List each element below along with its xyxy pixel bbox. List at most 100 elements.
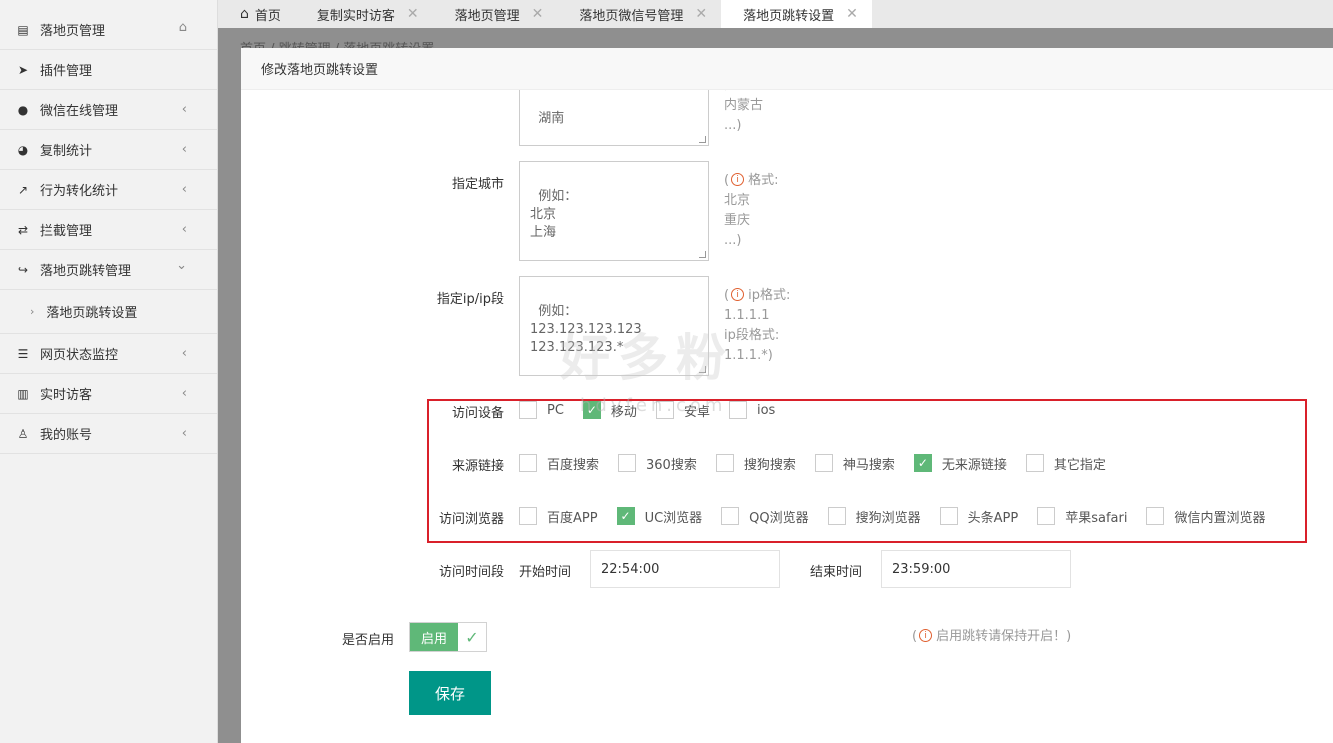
browser-option-sogou[interactable]: 搜狗浏览器 bbox=[827, 507, 921, 526]
tab-home[interactable]: ⌂ 首页 bbox=[218, 0, 295, 28]
device-options: PC ✓ 移动 安卓 ios bbox=[519, 400, 794, 420]
referrer-option-360[interactable]: 360搜索 bbox=[618, 454, 697, 473]
device-option-ios[interactable]: ios bbox=[728, 401, 775, 419]
enable-switch[interactable]: 启用 ✓ bbox=[409, 622, 487, 652]
exchange-icon: ⇄ bbox=[17, 222, 29, 237]
info-icon: i bbox=[731, 288, 745, 301]
sidebar-item-conversion-stats[interactable]: ↗ 行为转化统计 ‹ bbox=[0, 170, 217, 210]
bar-chart-icon: ▥ bbox=[17, 386, 29, 401]
checkbox[interactable] bbox=[939, 507, 958, 525]
referrer-option-other[interactable]: 其它指定 bbox=[1025, 454, 1106, 473]
close-icon[interactable]: ✕ bbox=[532, 6, 544, 22]
checkbox[interactable] bbox=[1037, 507, 1056, 525]
chevron-down-icon: ⌄ bbox=[176, 258, 187, 273]
checkbox-checked[interactable]: ✓ bbox=[582, 401, 601, 419]
checkbox[interactable] bbox=[655, 401, 674, 419]
tab-label: 落地页微信号管理 bbox=[579, 8, 684, 24]
checkbox[interactable] bbox=[618, 454, 637, 472]
sidebar-item-redirect[interactable]: ↪ 落地页跳转管理 ⌄ bbox=[0, 250, 217, 290]
start-time-input[interactable]: 22:54:00 bbox=[590, 550, 780, 588]
browser-option-toutiao[interactable]: 头条APP bbox=[939, 507, 1018, 526]
chevron-left-icon: ‹ bbox=[181, 386, 187, 401]
browser-label: 访问浏览器 bbox=[438, 512, 504, 527]
checkbox[interactable] bbox=[1146, 507, 1165, 525]
referrer-option-sogou[interactable]: 搜狗搜索 bbox=[715, 454, 796, 473]
checkbox[interactable] bbox=[728, 401, 747, 419]
browser-option-uc[interactable]: ✓ UC浏览器 bbox=[616, 507, 702, 526]
enable-hint-text: 启用跳转请保持开启！ bbox=[936, 629, 1067, 644]
sidebar-item-wechat[interactable]: ● 微信在线管理 ‹ bbox=[0, 90, 217, 130]
province-textarea[interactable]: 湖南 bbox=[519, 90, 709, 146]
checkbox[interactable] bbox=[721, 507, 740, 525]
ip-textarea[interactable]: 例如： 123.123.123.123 123.123.123.* bbox=[519, 276, 709, 376]
browser-option-qq[interactable]: QQ浏览器 bbox=[721, 507, 809, 526]
tab-label: 落地页跳转设置 bbox=[743, 8, 835, 24]
sidebar-item-monitor[interactable]: ☰ 网页状态监控 ‹ bbox=[0, 334, 217, 374]
chevron-left-icon: ‹ bbox=[181, 182, 187, 197]
info-icon: i bbox=[731, 173, 745, 186]
browser-option-safari[interactable]: 苹果safari bbox=[1037, 507, 1127, 526]
list-icon: ☰ bbox=[17, 346, 29, 361]
sidebar-item-realtime[interactable]: ▥ 实时访客 ‹ bbox=[0, 374, 217, 414]
close-icon[interactable]: ✕ bbox=[695, 6, 707, 22]
browser-option-baidu-app[interactable]: 百度APP bbox=[519, 507, 598, 526]
checkbox[interactable] bbox=[827, 507, 846, 525]
sidebar-item-label: 行为转化统计 bbox=[40, 184, 119, 199]
end-time-label: 结束时间 bbox=[810, 565, 863, 580]
referrer-options: 百度搜索 360搜索 搜狗搜索 神马搜索 ✓ 无来源链接 其它指定 bbox=[519, 453, 1125, 473]
checkbox[interactable] bbox=[715, 454, 734, 472]
tab-redirect-settings[interactable]: 落地页跳转设置 ✕ bbox=[721, 0, 872, 28]
sidebar-item-label: 拦截管理 bbox=[40, 224, 93, 239]
sidebar-item-label: 我的账号 bbox=[40, 428, 93, 443]
sidebar-item-label: 复制统计 bbox=[40, 144, 93, 159]
sidebar-item-account[interactable]: ♙ 我的账号 ‹ bbox=[0, 414, 217, 454]
tab-wechat-accounts[interactable]: 落地页微信号管理 ✕ bbox=[557, 0, 721, 28]
home-icon[interactable]: ⌂ bbox=[179, 20, 187, 35]
sidebar-item-landing-page[interactable]: ▤ 落地页管理 ⌂ bbox=[0, 0, 217, 50]
tab-landing-page[interactable]: 落地页管理 ✕ bbox=[433, 0, 558, 28]
ip-label: 指定ip/ip段 bbox=[436, 292, 504, 307]
chevron-right-icon: › bbox=[30, 305, 35, 318]
save-button[interactable]: 保存 bbox=[409, 671, 491, 715]
checkbox-checked[interactable]: ✓ bbox=[913, 454, 932, 472]
sidebar-item-label: 实时访客 bbox=[40, 388, 93, 403]
sidebar-item-copy-stats[interactable]: ◕ 复制统计 ‹ bbox=[0, 130, 217, 170]
referrer-option-baidu[interactable]: 百度搜索 bbox=[519, 454, 599, 473]
modal-title: 修改落地页跳转设置 bbox=[241, 48, 1333, 90]
pie-chart-icon: ◕ bbox=[17, 142, 29, 157]
device-option-mobile[interactable]: ✓ 移动 bbox=[582, 401, 637, 420]
enable-hint: (i 启用跳转请保持开启！) bbox=[912, 629, 1072, 644]
sidebar-subitem-redirect-settings[interactable]: › 落地页跳转设置 bbox=[0, 290, 217, 334]
sidebar-item-intercept[interactable]: ⇄ 拦截管理 ‹ bbox=[0, 210, 217, 250]
sidebar: ▤ 落地页管理 ⌂ ➤ 插件管理 ● 微信在线管理 ‹ ◕ 复制统计 ‹ ↗ 行… bbox=[0, 0, 218, 743]
referrer-label: 来源链接 bbox=[451, 459, 504, 474]
close-icon[interactable]: ✕ bbox=[846, 6, 858, 22]
checkbox-checked[interactable]: ✓ bbox=[616, 507, 635, 525]
switch-on-label: 启用 bbox=[410, 623, 458, 651]
ip-hint: (i ip格式: 1.1.1.1 ip段格式: 1.1.1.*) bbox=[724, 288, 791, 363]
device-option-pc[interactable]: PC bbox=[519, 401, 564, 419]
sidebar-item-plugins[interactable]: ➤ 插件管理 bbox=[0, 50, 217, 90]
tab-copy-realtime[interactable]: 复制实时访客 ✕ bbox=[295, 0, 433, 28]
checkbox[interactable] bbox=[814, 454, 833, 472]
chevron-left-icon: ‹ bbox=[181, 142, 187, 157]
city-textarea[interactable]: 例如： 北京 上海 bbox=[519, 161, 709, 261]
referrer-option-none[interactable]: ✓ 无来源链接 bbox=[913, 454, 1007, 473]
checkbox[interactable] bbox=[519, 401, 537, 419]
city-label: 指定城市 bbox=[451, 177, 504, 192]
tab-label: 落地页管理 bbox=[454, 8, 520, 24]
user-icon: ♙ bbox=[17, 426, 29, 441]
sidebar-item-label: 插件管理 bbox=[40, 64, 93, 79]
sidebar-item-label: 网页状态监控 bbox=[40, 348, 119, 363]
checkbox[interactable] bbox=[1025, 454, 1044, 472]
browser-option-wechat[interactable]: 微信内置浏览器 bbox=[1146, 507, 1266, 526]
checkbox[interactable] bbox=[519, 454, 537, 472]
device-option-android[interactable]: 安卓 bbox=[655, 401, 710, 420]
end-time-input[interactable]: 23:59:00 bbox=[881, 550, 1071, 588]
edit-redirect-modal: 修改落地页跳转设置 bbox=[241, 48, 1333, 743]
checkbox[interactable] bbox=[519, 507, 537, 525]
paper-plane-icon: ➤ bbox=[17, 62, 29, 77]
referrer-option-shenma[interactable]: 神马搜索 bbox=[814, 454, 895, 473]
close-icon[interactable]: ✕ bbox=[407, 6, 419, 22]
home-icon: ⌂ bbox=[240, 6, 249, 22]
